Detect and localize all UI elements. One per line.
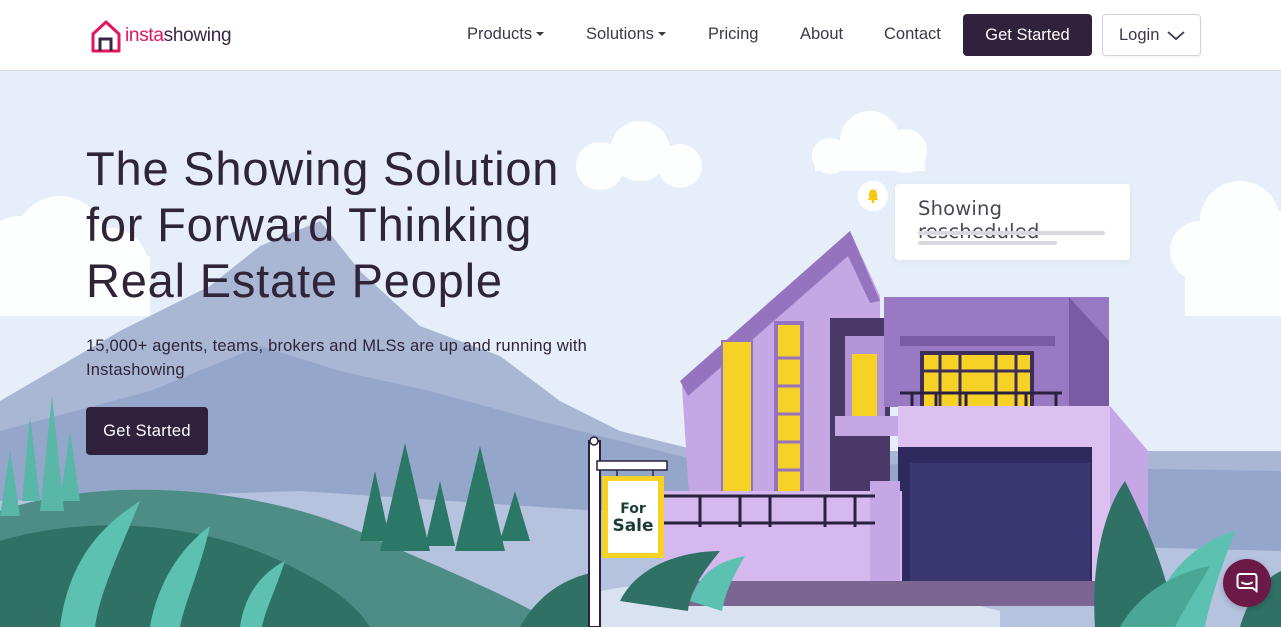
caret-down-icon bbox=[536, 31, 545, 36]
notification-bell bbox=[858, 181, 888, 211]
nav-item-pricing[interactable]: Pricing bbox=[708, 14, 758, 56]
get-started-nav-button[interactable]: Get Started bbox=[963, 14, 1092, 56]
nav-item-contact[interactable]: Contact bbox=[884, 14, 941, 56]
login-label: Login bbox=[1119, 26, 1160, 44]
chat-bubble-icon bbox=[1236, 573, 1258, 593]
notification-placeholder-line bbox=[918, 241, 1057, 245]
chevron-down-icon bbox=[1167, 31, 1185, 41]
site-header: instashowing Products Solutions Pricing … bbox=[0, 0, 1281, 71]
hero-title: The Showing Solution for Forward Thinkin… bbox=[86, 141, 646, 309]
hero-title-line3: Real Estate People bbox=[86, 254, 503, 307]
notification-placeholder-line bbox=[918, 231, 1105, 235]
nav-item-products[interactable]: Products bbox=[467, 14, 545, 56]
house-outline-icon bbox=[91, 20, 121, 53]
get-started-hero-button[interactable]: Get Started bbox=[86, 407, 208, 455]
hero-title-line2: for Forward Thinking bbox=[86, 198, 533, 251]
nav-item-solutions[interactable]: Solutions bbox=[586, 14, 666, 56]
sign-for-text: For bbox=[620, 501, 646, 517]
brand-logo[interactable]: instashowing bbox=[90, 17, 232, 55]
brand-wordmark: instashowing bbox=[125, 25, 232, 47]
nav-item-about[interactable]: About bbox=[800, 14, 843, 56]
brand-name-part1: insta bbox=[125, 25, 164, 46]
nav-label: Products bbox=[467, 25, 533, 43]
chat-launcher-button[interactable] bbox=[1223, 559, 1271, 607]
nav-label: Solutions bbox=[586, 25, 654, 43]
caret-down-icon bbox=[657, 31, 666, 36]
hero-title-line1: The Showing Solution bbox=[86, 142, 560, 195]
login-button[interactable]: Login bbox=[1102, 14, 1201, 56]
hero-subtitle: 15,000+ agents, teams, brokers and MLSs … bbox=[86, 337, 588, 379]
sign-sale-text: Sale bbox=[612, 516, 653, 536]
notification-card: Showing rescheduled bbox=[895, 184, 1130, 260]
brand-name-part2: showing bbox=[163, 25, 232, 46]
hero-section: For Sale The Showing Solution for Forwar… bbox=[0, 71, 1281, 627]
notification-text: Showing rescheduled bbox=[918, 197, 1039, 243]
bell-icon bbox=[867, 189, 879, 204]
